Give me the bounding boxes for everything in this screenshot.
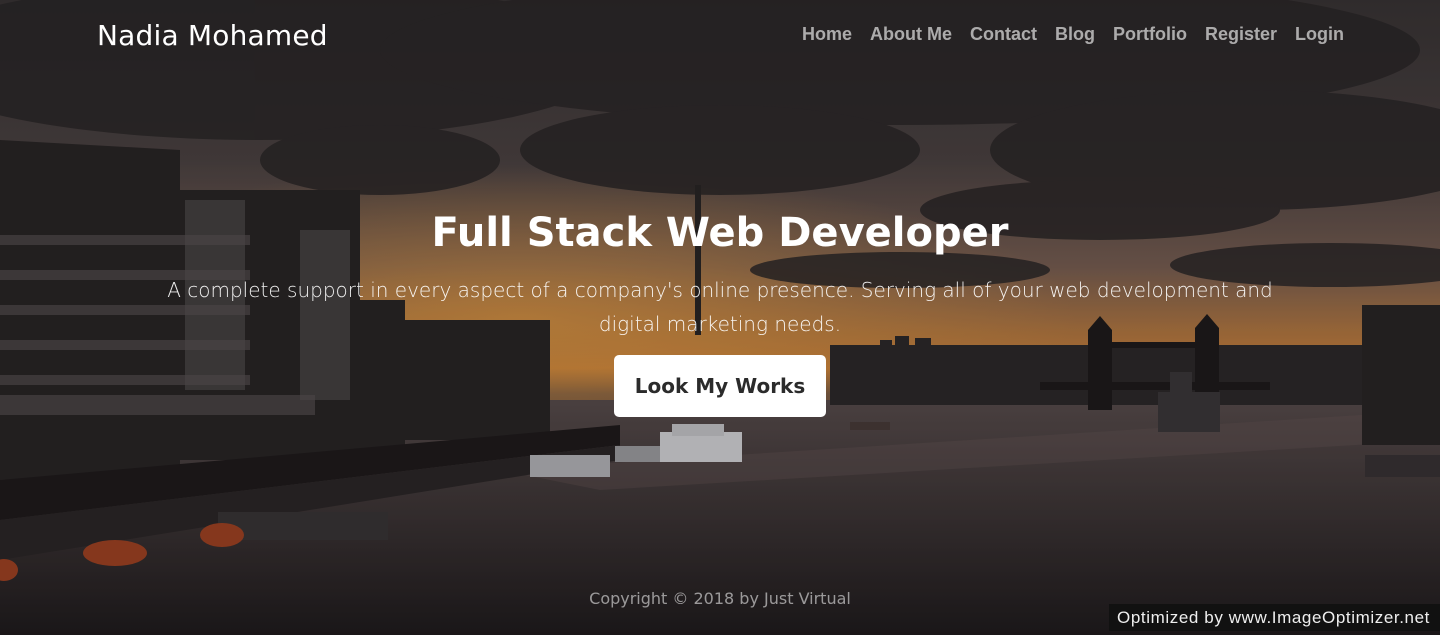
nav-blog[interactable]: Blog bbox=[1055, 24, 1095, 45]
optimizer-watermark: Optimized by www.ImageOptimizer.net bbox=[1109, 604, 1440, 631]
nav-contact[interactable]: Contact bbox=[970, 24, 1037, 45]
nav-login[interactable]: Login bbox=[1295, 24, 1344, 45]
nav-home[interactable]: Home bbox=[802, 24, 852, 45]
hero-subtitle: A complete support in every aspect of a … bbox=[167, 278, 1273, 336]
main-nav: Home About Me Contact Blog Portfolio Reg… bbox=[802, 24, 1344, 45]
nav-register[interactable]: Register bbox=[1205, 24, 1277, 45]
hero-title: Full Stack Web Developer bbox=[431, 210, 1009, 256]
nav-about-me[interactable]: About Me bbox=[870, 24, 952, 45]
look-my-works-button[interactable]: Look My Works bbox=[614, 355, 826, 417]
brand-name[interactable]: Nadia Mohamed bbox=[97, 19, 328, 52]
nav-portfolio[interactable]: Portfolio bbox=[1113, 24, 1187, 45]
